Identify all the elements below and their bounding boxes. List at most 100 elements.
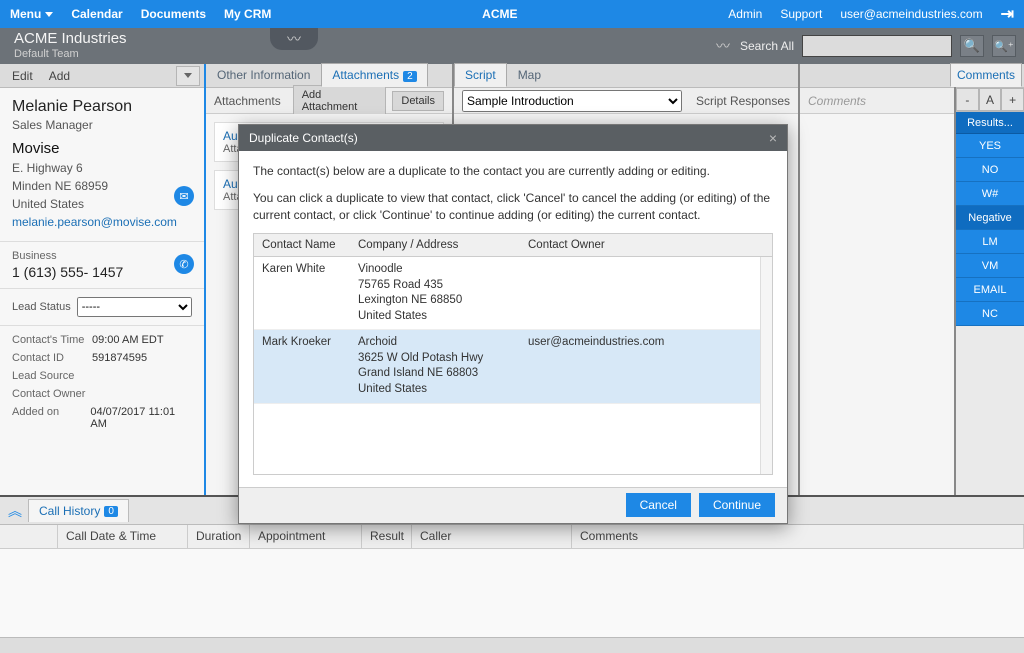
lead-status-label: Lead Status [12, 301, 71, 313]
dup-owner: user@acmeindustries.com [520, 330, 760, 402]
contact-email[interactable]: melanie.pearson@movise.com [12, 213, 192, 231]
panel-collapse-handle[interactable]: 〰 [270, 28, 318, 50]
nav-calendar[interactable]: Calendar [71, 7, 122, 21]
lead-status-select[interactable]: ----- [77, 297, 192, 317]
result-wrong-number[interactable]: W# [956, 182, 1024, 206]
nav-user-email[interactable]: user@acmeindustries.com [840, 7, 982, 21]
col-caller[interactable]: Caller [412, 525, 572, 548]
continue-button[interactable]: Continue [699, 493, 775, 517]
dup-address: Archoid 3625 W Old Potash Hwy Grand Isla… [350, 330, 520, 402]
result-nc[interactable]: NC [956, 302, 1024, 326]
comments-column: Comments [800, 64, 954, 495]
tab-map[interactable]: Map [507, 63, 552, 87]
address-line-1: E. Highway 6 [12, 159, 192, 177]
address-line-2: Minden NE 68959 [12, 177, 192, 195]
col-contact-owner: Contact Owner [520, 234, 772, 256]
meta-owner-label: Contact Owner [12, 388, 92, 406]
edit-dropdown[interactable] [176, 66, 200, 86]
nav-admin[interactable]: Admin [728, 7, 762, 21]
call-history-grid-body [0, 549, 1024, 637]
caret-down-icon [45, 12, 53, 17]
font-increase-button[interactable]: + [1001, 88, 1024, 111]
results-header[interactable]: Results... [956, 112, 1024, 134]
duplicate-row[interactable]: Mark Kroeker Archoid 3625 W Old Potash H… [254, 330, 760, 403]
search-button[interactable]: 🔍 [960, 35, 984, 57]
contact-company: Movise [12, 140, 192, 157]
modal-close-button[interactable]: × [769, 130, 777, 146]
dup-owner [520, 257, 760, 329]
tab-call-history[interactable]: Call History0 [28, 499, 129, 522]
meta-id-value: 591874595 [92, 352, 147, 370]
result-negative[interactable]: Negative [956, 206, 1024, 230]
script-select[interactable]: Sample Introduction [462, 90, 682, 112]
col-contact-name: Contact Name [254, 234, 350, 256]
search-icon: 🔍 [964, 38, 980, 54]
top-menu-bar: Menu Calendar Documents My CRM ACME Admi… [0, 0, 1024, 28]
edit-button[interactable]: Edit [4, 67, 41, 85]
col-duration[interactable]: Duration [188, 525, 250, 548]
nav-mycrm[interactable]: My CRM [224, 7, 271, 21]
modal-title: Duplicate Contact(s) [249, 131, 358, 145]
script-responses-label: Script Responses [696, 94, 790, 108]
meta-source-label: Lead Source [12, 370, 92, 388]
contact-panel: Edit Add Melanie Pearson Sales Manager M… [0, 64, 206, 495]
duplicate-row[interactable]: Karen White Vinoodle 75765 Road 435 Lexi… [254, 257, 760, 330]
nav-support[interactable]: Support [780, 7, 822, 21]
expand-up-icon[interactable]: ︽ [8, 501, 22, 521]
global-search-input[interactable] [802, 35, 952, 57]
attachments-header: Attachments [214, 94, 281, 108]
wave-icon: 〰 [287, 29, 301, 49]
col-comments[interactable]: Comments [572, 525, 1024, 548]
duplicate-contacts-modal: Duplicate Contact(s) × The contact(s) be… [238, 124, 788, 524]
result-email[interactable]: EMAIL [956, 278, 1024, 302]
phone-type-label: Business [12, 250, 192, 262]
result-vm[interactable]: VM [956, 254, 1024, 278]
tab-script[interactable]: Script [454, 63, 507, 87]
email-action-button[interactable]: ✉ [174, 186, 194, 206]
search-scope-label[interactable]: Search All [740, 39, 794, 53]
tab-other-info[interactable]: Other Information [206, 63, 321, 87]
team-name: Default Team [14, 48, 127, 61]
call-history-count-badge: 0 [104, 506, 118, 517]
address-country: United States [12, 195, 192, 213]
meta-added-value: 04/07/2017 11:01 AM [90, 406, 192, 424]
wave-icon: 〰 [716, 36, 730, 56]
table-scrollbar[interactable] [760, 257, 772, 473]
font-decrease-button[interactable]: - [956, 88, 979, 111]
cancel-button[interactable]: Cancel [626, 493, 691, 517]
result-no[interactable]: NO [956, 158, 1024, 182]
call-history-grid-header: Call Date & Time Duration Appointment Re… [0, 525, 1024, 549]
comments-placeholder: Comments [808, 94, 866, 108]
context-bar: ACME Industries Default Team 〰 〰 Search … [0, 28, 1024, 64]
contact-meta: Contact's Time09:00 AM EDT Contact ID591… [0, 326, 204, 432]
tab-attachments[interactable]: Attachments2 [321, 63, 427, 87]
col-date[interactable]: Call Date & Time [58, 525, 188, 548]
exit-icon[interactable]: ⇥ [1001, 4, 1014, 24]
nav-documents[interactable]: Documents [141, 7, 206, 21]
call-action-button[interactable]: ✆ [174, 254, 194, 274]
col-result[interactable]: Result [362, 525, 412, 548]
attachment-details-button[interactable]: Details [392, 91, 444, 111]
app-title: ACME [482, 7, 517, 21]
mail-icon: ✉ [179, 190, 188, 203]
menu-dropdown[interactable]: Menu [10, 7, 53, 21]
meta-time-label: Contact's Time [12, 334, 92, 352]
add-attachment-button[interactable]: Add Attachment [293, 85, 387, 117]
caret-down-icon [184, 73, 192, 78]
meta-added-label: Added on [12, 406, 90, 424]
results-column: Comments - A + Results... YES NO W# Nega… [954, 64, 1024, 495]
contact-name: Melanie Pearson [12, 98, 192, 116]
advanced-search-button[interactable]: 🔍⁺ [992, 35, 1016, 57]
tab-comments[interactable]: Comments [950, 63, 1022, 87]
col-appointment[interactable]: Appointment [250, 525, 362, 548]
dup-name: Karen White [254, 257, 350, 329]
phone-number: 1 (613) 555- 1457 [12, 264, 192, 280]
col-spacer [0, 525, 58, 548]
duplicates-table: Contact Name Company / Address Contact O… [253, 233, 773, 474]
add-button[interactable]: Add [41, 67, 78, 85]
result-lm[interactable]: LM [956, 230, 1024, 254]
meta-time-value: 09:00 AM EDT [92, 334, 164, 352]
result-yes[interactable]: YES [956, 134, 1024, 158]
org-name: ACME Industries [14, 30, 127, 48]
font-reset-button[interactable]: A [979, 88, 1002, 111]
